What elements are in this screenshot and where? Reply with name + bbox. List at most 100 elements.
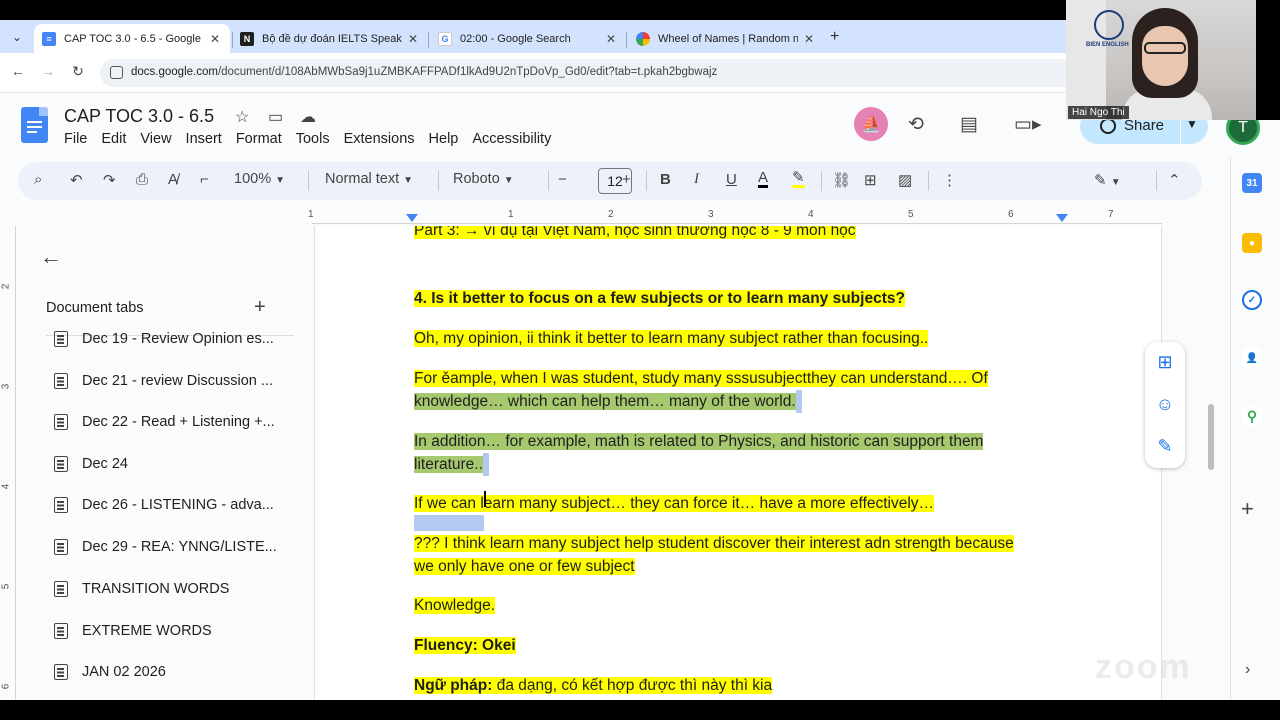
sidebar-item[interactable]: TRANSITION WORDS xyxy=(54,577,294,601)
document-title[interactable]: CAP TOC 3.0 - 6.5 xyxy=(64,106,214,127)
menu-file[interactable]: File xyxy=(64,131,87,147)
document-page[interactable]: Part 3: → ví dụ tại Việt Nam, học sinh t… xyxy=(314,226,1162,700)
underline-icon[interactable]: U xyxy=(726,171,737,188)
calendar-icon[interactable]: 31 xyxy=(1242,173,1262,193)
editing-mode-icon[interactable]: ✎ ▼ xyxy=(1094,171,1121,189)
move-folder-icon[interactable]: ▭ xyxy=(268,107,283,127)
suggest-edits-icon[interactable]: ✎ xyxy=(1155,436,1175,456)
paragraph-style-select[interactable]: Normal text ▼ xyxy=(325,171,413,187)
close-icon[interactable]: ✕ xyxy=(210,32,220,46)
menu-tools[interactable]: Tools xyxy=(296,131,330,147)
forward-arrow-icon[interactable]: → xyxy=(38,63,58,79)
menu-insert[interactable]: Insert xyxy=(186,131,222,147)
browser-tab-google-search[interactable]: G 02:00 - Google Search ✕ xyxy=(430,24,626,53)
text-color-icon[interactable]: A xyxy=(758,170,769,188)
insert-link-icon[interactable]: ⛓ xyxy=(832,171,851,189)
tab-label: Wheel of Names | Random nam xyxy=(658,32,798,45)
cloud-saved-icon[interactable]: ☁ xyxy=(300,107,316,127)
star-icon[interactable]: ☆ xyxy=(235,107,249,127)
sidebar-item[interactable]: Dec 21 - review Discussion ... xyxy=(54,369,294,393)
sidebar-item[interactable]: JAN 02 2026 xyxy=(54,660,294,684)
fluency-text: Fluency: Okei xyxy=(414,637,516,654)
add-tab-plus-icon[interactable]: + xyxy=(254,296,266,319)
undo-icon[interactable]: ↶ xyxy=(70,171,83,189)
back-arrow-icon[interactable]: ← xyxy=(40,244,62,270)
paragraph-fluency[interactable]: Fluency: Okei xyxy=(414,634,516,657)
toolbar-divider xyxy=(821,171,822,191)
hide-menus-chevron-up-icon[interactable]: ⌃ xyxy=(1168,171,1181,189)
print-icon[interactable]: ⎙ xyxy=(136,171,148,188)
document-icon xyxy=(54,456,68,472)
add-comment-icon[interactable]: ⊞ xyxy=(1155,352,1175,372)
question-heading[interactable]: 4. Is it better to focus on a few subjec… xyxy=(414,287,905,310)
left-indent-marker[interactable] xyxy=(406,214,418,222)
reload-icon[interactable]: ↻ xyxy=(68,63,88,80)
sidebar-item[interactable]: Dec 29 - REA: YNNG/LISTE... xyxy=(54,535,294,559)
maps-icon[interactable]: ⚲ xyxy=(1242,406,1262,426)
emoji-reaction-icon[interactable]: ☺ xyxy=(1155,394,1175,414)
paragraph-addition[interactable]: In addition… for example, math is relate… xyxy=(414,430,1034,476)
meet-camera-icon[interactable]: ▭▸ xyxy=(1014,113,1042,136)
comments-icon[interactable]: ▤ xyxy=(960,113,978,136)
learn-many-text: If we can learn many subject… they can f… xyxy=(414,495,935,512)
italic-icon[interactable]: I xyxy=(694,171,699,188)
paragraph-discover[interactable]: ??? I think learn many subject help stud… xyxy=(414,532,1014,578)
menu-edit[interactable]: Edit xyxy=(101,131,126,147)
right-indent-marker[interactable] xyxy=(1056,214,1068,222)
sidebar-item[interactable]: Dec 19 - Review Opinion es... xyxy=(54,327,294,351)
paragraph-part3[interactable]: Part 3: → ví dụ tại Việt Nam, học sinh t… xyxy=(414,226,856,242)
browser-tab-docs[interactable]: ≡ CAP TOC 3.0 - 6.5 - Google Doc ✕ xyxy=(34,24,230,53)
browser-tab-ielts[interactable]: N Bộ đề dự đoán IELTS Speaking ✕ xyxy=(232,24,428,53)
menu-accessibility[interactable]: Accessibility xyxy=(472,131,551,147)
menu-help[interactable]: Help xyxy=(429,131,459,147)
search-menus-icon[interactable]: ⌕ xyxy=(34,171,42,188)
bold-icon[interactable]: B xyxy=(660,171,671,188)
paragraph-grammar[interactable]: Ngữ pháp: đa dạng, có kết hợp được thì n… xyxy=(414,674,773,697)
docs-logo-icon[interactable] xyxy=(21,107,48,143)
zoom-select[interactable]: 100% ▼ xyxy=(234,171,285,187)
menu-view[interactable]: View xyxy=(140,131,171,147)
close-icon[interactable]: ✕ xyxy=(606,32,616,46)
redo-icon[interactable]: ↷ xyxy=(103,171,116,189)
document-icon xyxy=(54,539,68,555)
more-options-icon[interactable]: ⋮ xyxy=(942,171,957,189)
version-history-icon[interactable]: ⟲ xyxy=(908,113,924,136)
url-omnibox[interactable]: docs.google.com/document/d/108AbMWbSa9j1… xyxy=(100,59,1066,87)
spellcheck-icon[interactable]: A̸ xyxy=(168,171,178,188)
decrease-font-size-icon[interactable]: − xyxy=(558,171,567,188)
paragraph-knowledge[interactable]: Knowledge. xyxy=(414,594,496,617)
paragraph-learn-many[interactable]: If we can learn many subject… they can f… xyxy=(414,492,935,515)
sidebar-item[interactable]: EXTREME WORDS xyxy=(54,619,294,643)
collaborator-avatar[interactable]: ⛵ xyxy=(854,107,888,141)
menu-format[interactable]: Format xyxy=(236,131,282,147)
paragraph-example[interactable]: For ěample, when I was student, study ma… xyxy=(414,367,988,413)
paint-format-icon[interactable]: ⌐ xyxy=(200,171,209,188)
close-icon[interactable]: ✕ xyxy=(804,32,814,46)
get-add-ons-plus-icon[interactable]: + xyxy=(1241,496,1254,522)
contacts-icon[interactable]: 👤 xyxy=(1242,348,1262,368)
insert-image-icon[interactable]: ▨ xyxy=(898,171,912,189)
sidebar-item[interactable]: Dec 22 - Read + Listening +... xyxy=(54,410,294,434)
close-icon[interactable]: ✕ xyxy=(408,32,418,46)
chevron-right-icon[interactable]: › xyxy=(1245,661,1250,679)
highlight-color-icon[interactable]: ✎ xyxy=(792,170,805,188)
back-arrow-icon[interactable]: ← xyxy=(8,63,28,79)
browser-tab-wheel-of-names[interactable]: Wheel of Names | Random nam ✕ xyxy=(628,24,824,53)
menu-extensions[interactable]: Extensions xyxy=(344,131,415,147)
add-comment-icon[interactable]: ⊞ xyxy=(864,171,877,189)
selection-tail xyxy=(482,453,489,476)
tasks-icon[interactable]: ✓ xyxy=(1242,290,1262,310)
tab-search-chevron-icon[interactable]: ⌄ xyxy=(6,26,28,48)
increase-font-size-icon[interactable]: + xyxy=(622,171,631,188)
horizontal-ruler[interactable]: 1 1 2 3 4 5 6 7 xyxy=(308,208,1162,224)
sidebar-item[interactable]: Dec 24 xyxy=(54,452,294,476)
vertical-scrollbar[interactable] xyxy=(1208,404,1214,470)
site-info-icon[interactable] xyxy=(110,66,123,79)
google-favicon-icon: G xyxy=(438,31,452,46)
paragraph-opinion[interactable]: Oh, my opinion, ii think it better to le… xyxy=(414,327,929,350)
zoom-watermark: zoom xyxy=(1095,648,1192,686)
new-tab-plus-icon[interactable]: + xyxy=(830,28,839,46)
font-select[interactable]: Roboto ▼ xyxy=(453,171,514,187)
sidebar-item[interactable]: Dec 26 - LISTENING - adva... xyxy=(54,493,294,517)
keep-icon[interactable]: ● xyxy=(1242,233,1262,253)
